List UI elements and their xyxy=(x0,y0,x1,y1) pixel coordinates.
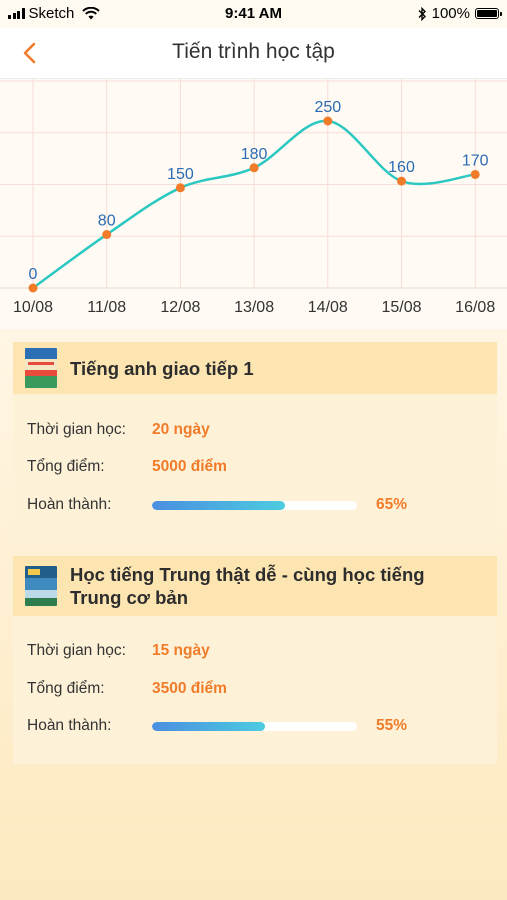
total-score-value: 3500 điểm xyxy=(152,680,227,697)
data-point xyxy=(175,183,185,193)
total-score-row: Tổng điểm: 3500 điểm xyxy=(27,678,483,700)
data-label: 170 xyxy=(462,152,489,169)
status-right: 100% xyxy=(417,5,502,22)
course-title: Học tiếng Trung thật dễ - cùng học tiếng… xyxy=(70,564,425,608)
data-label: 250 xyxy=(314,99,341,116)
progress-bar xyxy=(152,721,357,731)
x-tick-label: 11/08 xyxy=(87,299,126,316)
completion-row: Hoàn thành: 55% xyxy=(27,715,483,737)
x-tick-label: 16/08 xyxy=(455,299,495,316)
progress-line-chart: 0 10/08 80 11/08 150 12/08 180 13/08 250 14/08 160… xyxy=(0,79,507,316)
data-point xyxy=(323,116,333,126)
course-card[interactable]: Tiếng anh giao tiếp 1 Thời gian học: 20 … xyxy=(13,342,497,543)
x-tick-label: 15/08 xyxy=(381,299,421,316)
battery-icon xyxy=(475,8,502,19)
progress-bar-fill xyxy=(152,500,286,510)
progress-bar xyxy=(152,500,357,510)
data-point xyxy=(102,230,112,240)
progress-chart: 0 10/08 80 11/08 150 12/08 180 13/08 250 14/08 160… xyxy=(0,79,507,329)
study-time-value: 20 ngày xyxy=(152,421,210,438)
data-point xyxy=(249,163,259,173)
course-card-header[interactable]: Học tiếng Trung thật dễ - cùng học tiếng… xyxy=(13,556,497,616)
study-time-value: 15 ngày xyxy=(152,642,210,659)
study-time-label: Thời gian học: xyxy=(27,642,126,659)
data-label: 0 xyxy=(29,266,38,283)
study-time-label: Thời gian học: xyxy=(27,421,126,438)
data-label: 180 xyxy=(241,146,268,163)
completion-percent: 55% xyxy=(376,717,408,734)
book-cover-icon xyxy=(25,566,57,606)
status-bar: Sketch 9:41 AM 100% xyxy=(0,0,507,28)
progress-bar-fill xyxy=(152,721,265,731)
course-card[interactable]: Học tiếng Trung thật dễ - cùng học tiếng… xyxy=(13,556,497,764)
course-card-header[interactable]: Tiếng anh giao tiếp 1 xyxy=(13,342,497,394)
study-time-row: Thời gian học: 15 ngày xyxy=(27,640,483,662)
battery-percent: 100% xyxy=(431,5,470,22)
data-point xyxy=(28,283,38,293)
study-time-row: Thời gian học: 20 ngày xyxy=(27,419,483,441)
completion-label: Hoàn thành: xyxy=(27,496,112,513)
course-title: Tiếng anh giao tiếp 1 xyxy=(70,357,254,379)
data-label: 160 xyxy=(388,159,415,176)
data-point xyxy=(397,176,406,186)
total-score-value: 5000 điểm xyxy=(152,458,227,475)
data-label: 80 xyxy=(98,213,116,230)
completion-row: Hoàn thành: 65% xyxy=(27,494,483,516)
book-cover-icon xyxy=(25,348,57,388)
total-score-label: Tổng điểm: xyxy=(27,680,105,697)
completion-label: Hoàn thành: xyxy=(27,717,112,734)
x-tick-label: 12/08 xyxy=(160,299,200,316)
x-tick-label: 14/08 xyxy=(308,299,348,316)
x-tick-label: 13/08 xyxy=(234,299,274,316)
nav-bar: Tiến trình học tập xyxy=(0,28,507,79)
data-point xyxy=(470,169,480,179)
total-score-label: Tổng điểm: xyxy=(27,458,105,475)
data-label: 150 xyxy=(167,166,194,183)
x-tick-label: 10/08 xyxy=(13,299,53,316)
bluetooth-icon xyxy=(418,6,426,21)
page-title: Tiến trình học tập xyxy=(172,40,335,63)
total-score-row: Tổng điểm: 5000 điểm xyxy=(27,456,483,478)
completion-percent: 65% xyxy=(376,496,408,513)
